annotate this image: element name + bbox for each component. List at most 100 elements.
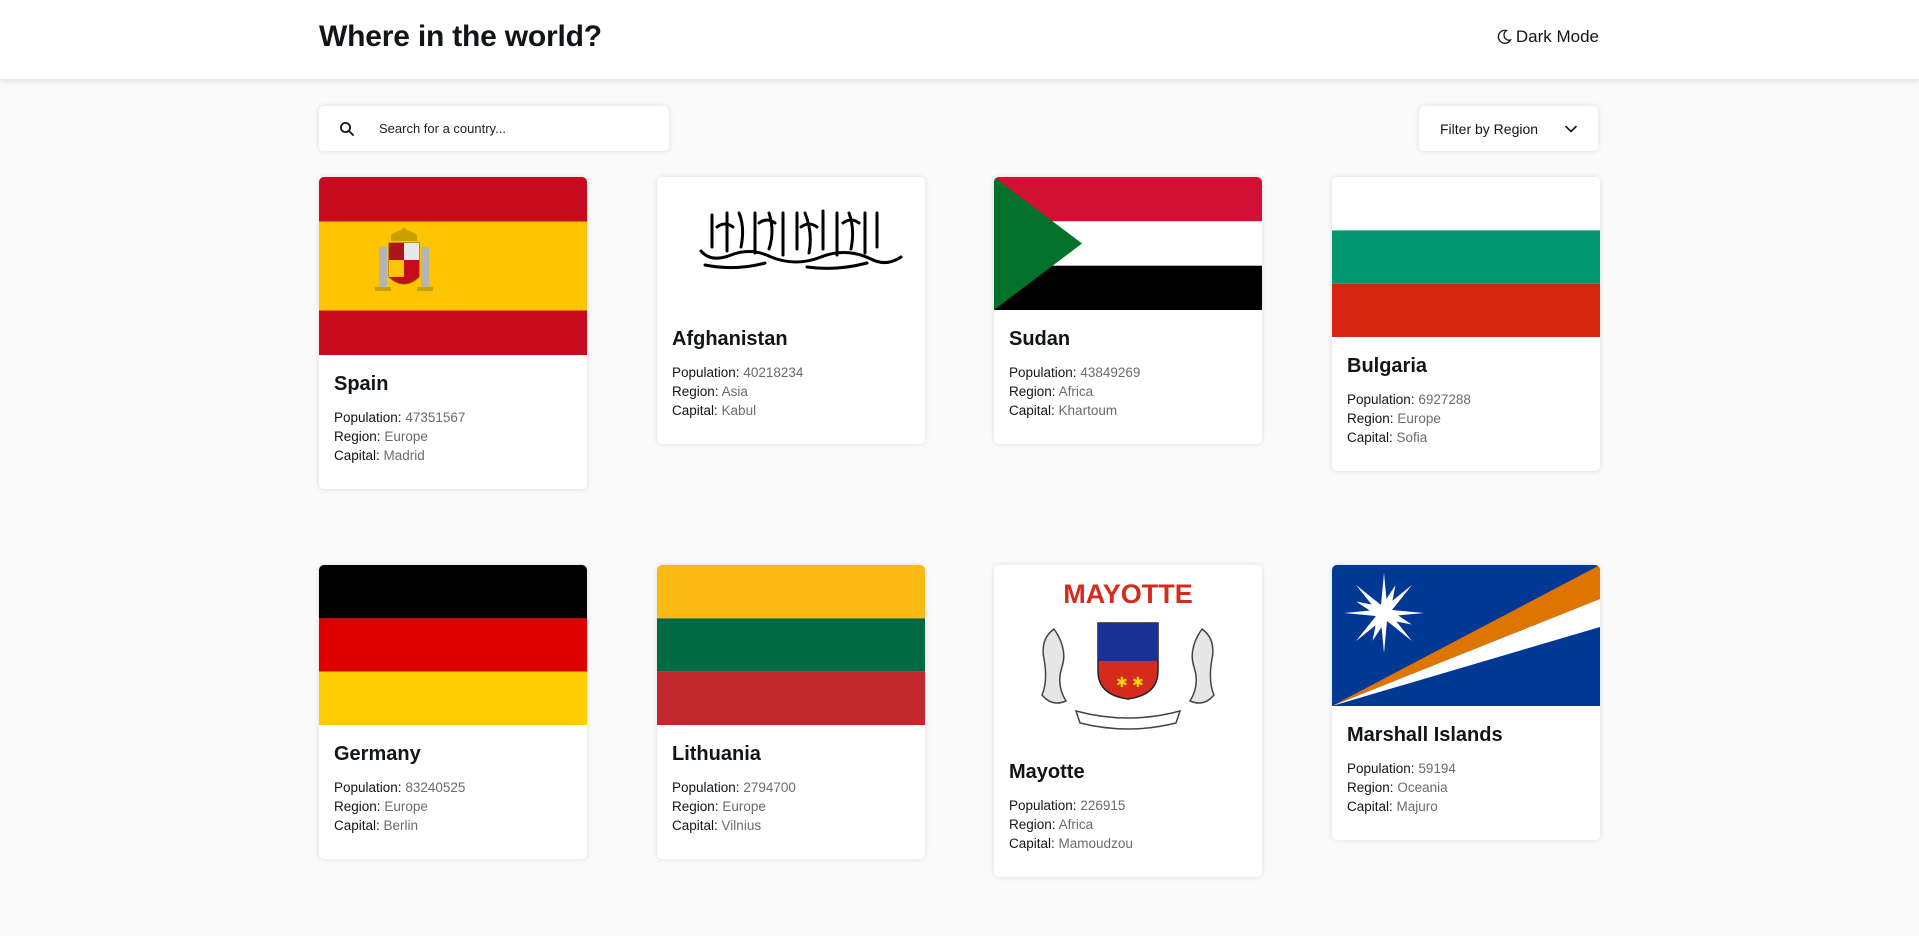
capital-value: Khartoum xyxy=(1058,403,1118,418)
capital-value: Berlin xyxy=(383,818,419,833)
region-row: Region: Europe xyxy=(672,797,910,816)
top-header: Where in the world? Dark Mode xyxy=(0,0,1919,80)
country-card-mayotte[interactable]: MAYOTTE ✱ ✱ Mayotte Population: 226915 R… xyxy=(994,565,1262,877)
population-label: Population: xyxy=(1009,365,1077,380)
capital-label: Capital: xyxy=(672,403,718,418)
country-name: Bulgaria xyxy=(1347,355,1428,377)
region-row: Region: Africa xyxy=(1009,382,1247,401)
region-value: Africa xyxy=(1058,817,1094,832)
capital-value: Mamoudzou xyxy=(1058,836,1133,851)
region-filter-dropdown[interactable]: Filter by Region xyxy=(1419,106,1598,151)
population-value: 40218234 xyxy=(743,365,804,380)
search-box[interactable] xyxy=(319,106,669,151)
capital-row: Capital: Mamoudzou xyxy=(1009,834,1247,853)
flag-germany xyxy=(319,565,587,725)
region-row: Region: Africa xyxy=(1009,815,1247,834)
region-label: Region: xyxy=(1009,817,1056,832)
chevron-down-icon xyxy=(1565,125,1577,132)
country-name: Sudan xyxy=(1009,328,1071,350)
population-value: 226915 xyxy=(1080,798,1126,813)
dark-mode-label: Dark Mode xyxy=(1515,27,1599,46)
population-value: 2794700 xyxy=(743,780,796,795)
country-name: Afghanistan xyxy=(672,328,788,350)
population-value: 43849269 xyxy=(1080,365,1141,380)
region-row: Region: Europe xyxy=(334,797,572,816)
capital-row: Capital: Sofia xyxy=(1347,428,1585,447)
region-value: Europe xyxy=(384,429,428,444)
region-value: Europe xyxy=(722,799,766,814)
flag-sudan xyxy=(994,177,1262,310)
region-label: Region: xyxy=(334,429,381,444)
search-icon xyxy=(340,121,354,136)
population-value: 6927288 xyxy=(1418,392,1471,407)
region-label: Region: xyxy=(1347,780,1394,795)
region-value: Asia xyxy=(721,384,748,399)
region-value: Africa xyxy=(1058,384,1094,399)
country-card-bulgaria[interactable]: Bulgaria Population: 6927288 Region: Eur… xyxy=(1332,177,1600,471)
flag-spain xyxy=(319,177,587,355)
marshall-star xyxy=(1344,573,1424,653)
population-row: Population: 59194 xyxy=(1347,759,1585,778)
region-label: Region: xyxy=(672,384,719,399)
capital-value: Kabul xyxy=(721,403,757,418)
dark-mode-toggle[interactable]: Dark Mode xyxy=(1496,27,1599,47)
search-input[interactable] xyxy=(377,120,641,137)
country-card-marshall-islands[interactable]: Marshall Islands Population: 59194 Regio… xyxy=(1332,565,1600,840)
region-label: Region: xyxy=(334,799,381,814)
country-card-sudan[interactable]: Sudan Population: 43849269 Region: Afric… xyxy=(994,177,1262,444)
svg-text:✱: ✱ xyxy=(1116,675,1128,691)
region-row: Region: Asia xyxy=(672,382,910,401)
capital-label: Capital: xyxy=(1009,836,1055,851)
population-row: Population: 6927288 xyxy=(1347,390,1585,409)
population-row: Population: 40218234 xyxy=(672,363,910,382)
capital-row: Capital: Khartoum xyxy=(1009,401,1247,420)
country-card-spain[interactable]: Spain Population: 47351567 Region: Europ… xyxy=(319,177,587,489)
population-label: Population: xyxy=(1347,761,1415,776)
population-label: Population: xyxy=(1347,392,1415,407)
population-label: Population: xyxy=(672,780,740,795)
region-value: Oceania xyxy=(1397,780,1448,795)
population-label: Population: xyxy=(672,365,740,380)
region-value: Europe xyxy=(384,799,428,814)
flag-marshall-islands xyxy=(1332,565,1600,706)
flag-lithuania xyxy=(657,565,925,725)
region-label: Region: xyxy=(672,799,719,814)
country-name: Mayotte xyxy=(1009,761,1085,783)
capital-label: Capital: xyxy=(334,448,380,463)
population-row: Population: 43849269 xyxy=(1009,363,1247,382)
country-name: Germany xyxy=(334,743,421,765)
capital-value: Sofia xyxy=(1396,430,1428,445)
svg-text:✱: ✱ xyxy=(1132,675,1144,691)
region-value: Europe xyxy=(1397,411,1441,426)
population-label: Population: xyxy=(334,780,402,795)
population-value: 59194 xyxy=(1418,761,1456,776)
region-row: Region: Oceania xyxy=(1347,778,1585,797)
app-title: Where in the world? xyxy=(319,20,602,53)
country-card-lithuania[interactable]: Lithuania Population: 2794700 Region: Eu… xyxy=(657,565,925,859)
region-label: Region: xyxy=(1009,384,1056,399)
mayotte-flag-text: MAYOTTE xyxy=(1063,579,1193,609)
population-value: 47351567 xyxy=(405,410,466,425)
capital-label: Capital: xyxy=(334,818,380,833)
country-name: Spain xyxy=(334,373,389,395)
flag-mayotte: MAYOTTE ✱ ✱ xyxy=(994,565,1262,743)
region-label: Region: xyxy=(1347,411,1394,426)
country-card-afghanistan[interactable]: Afghanistan Population: 40218234 Region:… xyxy=(657,177,925,444)
country-name: Marshall Islands xyxy=(1347,724,1503,746)
population-label: Population: xyxy=(334,410,402,425)
capital-value: Madrid xyxy=(383,448,425,463)
region-row: Region: Europe xyxy=(1347,409,1585,428)
population-row: Population: 226915 xyxy=(1009,796,1247,815)
capital-value: Majuro xyxy=(1396,799,1438,814)
capital-row: Capital: Vilnius xyxy=(672,816,910,835)
population-value: 83240525 xyxy=(405,780,466,795)
capital-row: Capital: Majuro xyxy=(1347,797,1585,816)
capital-row: Capital: Madrid xyxy=(334,446,572,465)
capital-label: Capital: xyxy=(1347,799,1393,814)
capital-row: Capital: Berlin xyxy=(334,816,572,835)
flag-afghanistan xyxy=(657,177,925,310)
population-row: Population: 2794700 xyxy=(672,778,910,797)
region-filter-label: Filter by Region xyxy=(1440,120,1539,137)
region-row: Region: Europe xyxy=(334,427,572,446)
country-card-germany[interactable]: Germany Population: 83240525 Region: Eur… xyxy=(319,565,587,859)
